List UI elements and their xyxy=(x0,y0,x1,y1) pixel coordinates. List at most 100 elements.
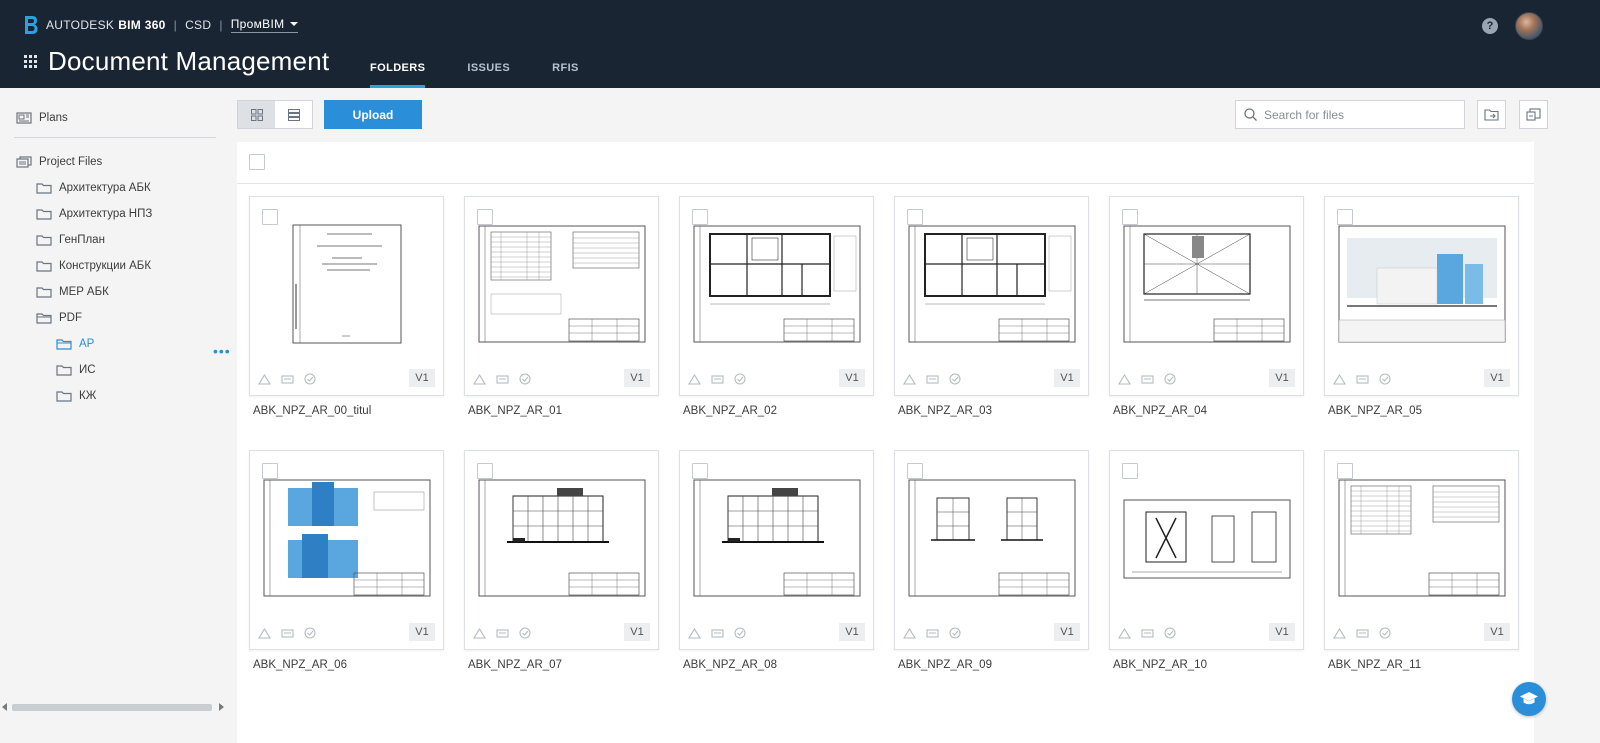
approve-check-icon[interactable] xyxy=(304,373,316,385)
version-badge[interactable]: V1 xyxy=(624,369,650,387)
tab-folders[interactable]: FOLDERS xyxy=(370,60,426,88)
sidebar-folder-is[interactable]: ИС xyxy=(56,361,96,379)
markup-icon[interactable] xyxy=(281,374,294,385)
file-select-checkbox[interactable] xyxy=(1337,463,1353,479)
file-name[interactable]: ABK_NPZ_AR_10 xyxy=(1113,659,1207,671)
learning-center-button[interactable] xyxy=(1512,682,1546,716)
version-badge[interactable]: V1 xyxy=(409,369,435,387)
scroll-left-icon[interactable] xyxy=(2,703,7,711)
approve-check-icon[interactable] xyxy=(1164,373,1176,385)
sidebar-item-plans[interactable]: Plans xyxy=(16,109,68,127)
approve-check-icon[interactable] xyxy=(1379,373,1391,385)
list-view-button[interactable] xyxy=(275,101,312,128)
file-thumbnail[interactable] xyxy=(1335,463,1508,613)
panel-toggle-button[interactable] xyxy=(1519,100,1548,129)
file-select-checkbox[interactable] xyxy=(907,209,923,225)
file-card[interactable]: V1 xyxy=(249,450,444,650)
version-badge[interactable]: V1 xyxy=(409,623,435,641)
file-thumbnail[interactable] xyxy=(690,463,863,613)
markup-icon[interactable] xyxy=(926,628,939,639)
search-input[interactable] xyxy=(1264,107,1454,122)
file-select-checkbox[interactable] xyxy=(692,209,708,225)
sidebar-horizontal-scrollbar[interactable] xyxy=(0,700,230,714)
file-card[interactable]: V1 xyxy=(1109,450,1304,650)
approve-check-icon[interactable] xyxy=(949,627,961,639)
issue-warning-icon[interactable] xyxy=(688,373,701,385)
select-all-checkbox[interactable] xyxy=(249,154,265,170)
scroll-right-icon[interactable] xyxy=(219,703,224,711)
file-thumbnail[interactable] xyxy=(905,463,1078,613)
markup-icon[interactable] xyxy=(711,374,724,385)
sidebar-folder-kzh[interactable]: КЖ xyxy=(56,387,96,405)
markup-icon[interactable] xyxy=(711,628,724,639)
file-select-checkbox[interactable] xyxy=(477,463,493,479)
file-card[interactable]: V1 xyxy=(1109,196,1304,396)
approve-check-icon[interactable] xyxy=(949,373,961,385)
issue-warning-icon[interactable] xyxy=(1118,373,1131,385)
version-badge[interactable]: V1 xyxy=(1054,369,1080,387)
issue-warning-icon[interactable] xyxy=(688,627,701,639)
tab-issues[interactable]: ISSUES xyxy=(467,60,510,88)
sidebar-folder-konstr-abk[interactable]: Конструкции АБК xyxy=(36,257,151,275)
file-card[interactable]: V1 xyxy=(1324,450,1519,650)
approve-check-icon[interactable] xyxy=(304,627,316,639)
tab-rfis[interactable]: RFIS xyxy=(552,60,579,88)
file-name[interactable]: ABK_NPZ_AR_00_titul xyxy=(253,405,371,417)
version-badge[interactable]: V1 xyxy=(839,623,865,641)
file-name[interactable]: ABK_NPZ_AR_11 xyxy=(1328,659,1421,671)
approve-check-icon[interactable] xyxy=(519,373,531,385)
issue-warning-icon[interactable] xyxy=(1333,627,1346,639)
file-name[interactable]: ABK_NPZ_AR_09 xyxy=(898,659,992,671)
account-name[interactable]: CSD xyxy=(185,18,211,32)
markup-icon[interactable] xyxy=(926,374,939,385)
markup-icon[interactable] xyxy=(1141,374,1154,385)
version-badge[interactable]: V1 xyxy=(1484,623,1510,641)
approve-check-icon[interactable] xyxy=(1379,627,1391,639)
version-badge[interactable]: V1 xyxy=(839,369,865,387)
markup-icon[interactable] xyxy=(1356,628,1369,639)
issue-warning-icon[interactable] xyxy=(258,373,271,385)
sidebar-folder-mep-abk[interactable]: MEP АБК xyxy=(36,283,109,301)
file-thumbnail[interactable] xyxy=(1120,209,1293,359)
file-select-checkbox[interactable] xyxy=(1122,463,1138,479)
file-card[interactable]: V1 xyxy=(679,450,874,650)
file-select-checkbox[interactable] xyxy=(692,463,708,479)
version-badge[interactable]: V1 xyxy=(1484,369,1510,387)
file-name[interactable]: ABK_NPZ_AR_05 xyxy=(1328,405,1422,417)
markup-icon[interactable] xyxy=(496,374,509,385)
folder-more-options-icon[interactable]: ••• xyxy=(213,343,231,359)
file-name[interactable]: ABK_NPZ_AR_07 xyxy=(468,659,562,671)
file-thumbnail[interactable] xyxy=(260,463,433,613)
markup-icon[interactable] xyxy=(1141,628,1154,639)
version-badge[interactable]: V1 xyxy=(1269,623,1295,641)
app-launcher-icon[interactable] xyxy=(24,54,38,69)
file-select-checkbox[interactable] xyxy=(1122,209,1138,225)
grid-view-button[interactable] xyxy=(238,101,275,128)
issue-warning-icon[interactable] xyxy=(1333,373,1346,385)
issue-warning-icon[interactable] xyxy=(473,627,486,639)
file-card[interactable]: V1 xyxy=(894,450,1089,650)
file-select-checkbox[interactable] xyxy=(907,463,923,479)
issue-warning-icon[interactable] xyxy=(473,373,486,385)
approve-check-icon[interactable] xyxy=(1164,627,1176,639)
file-card[interactable]: V1 xyxy=(464,196,659,396)
file-select-checkbox[interactable] xyxy=(262,209,278,225)
file-thumbnail[interactable] xyxy=(690,209,863,359)
file-select-checkbox[interactable] xyxy=(477,209,493,225)
file-card[interactable]: V1 xyxy=(1324,196,1519,396)
approve-check-icon[interactable] xyxy=(734,627,746,639)
file-select-checkbox[interactable] xyxy=(1337,209,1353,225)
approve-check-icon[interactable] xyxy=(519,627,531,639)
markup-icon[interactable] xyxy=(496,628,509,639)
file-select-checkbox[interactable] xyxy=(262,463,278,479)
file-thumbnail[interactable] xyxy=(260,209,433,359)
file-card[interactable]: V1 xyxy=(679,196,874,396)
markup-icon[interactable] xyxy=(1356,374,1369,385)
upload-button[interactable]: Upload xyxy=(324,100,422,129)
sidebar-folder-ar[interactable]: АР xyxy=(56,335,94,353)
issue-warning-icon[interactable] xyxy=(903,627,916,639)
help-icon[interactable]: ? xyxy=(1482,18,1498,34)
file-name[interactable]: ABK_NPZ_AR_08 xyxy=(683,659,777,671)
file-card[interactable]: V1 xyxy=(464,450,659,650)
version-badge[interactable]: V1 xyxy=(1054,623,1080,641)
